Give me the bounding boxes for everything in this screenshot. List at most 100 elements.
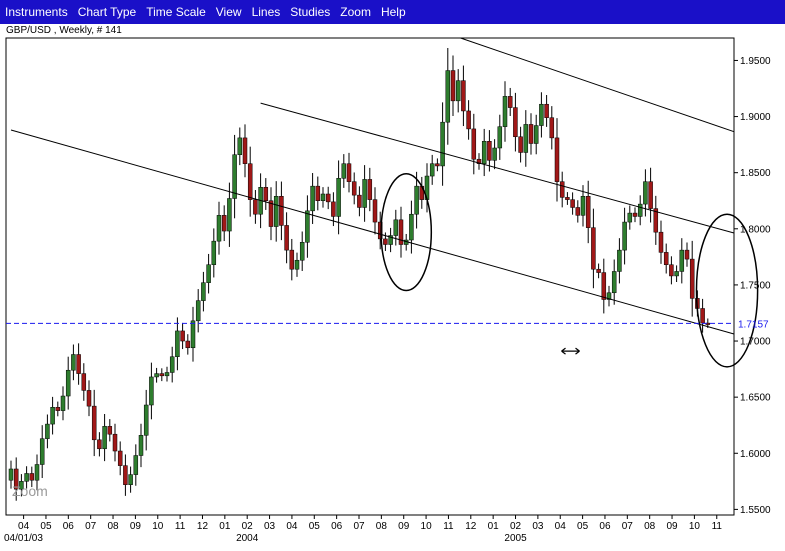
- candle: [60, 386, 66, 421]
- candle: [637, 195, 643, 226]
- candle-body: [336, 178, 341, 217]
- candle: [138, 423, 144, 468]
- candle-body: [539, 103, 544, 126]
- candle-body: [632, 212, 638, 217]
- candle: [247, 146, 253, 217]
- candle-body: [195, 300, 201, 322]
- candle: [117, 441, 123, 476]
- candle: [180, 322, 185, 350]
- y-tick-label: 1.8000: [740, 224, 771, 235]
- candle-body: [97, 439, 102, 450]
- candle-body: [507, 96, 513, 108]
- candle-body: [362, 179, 367, 208]
- candle: [544, 95, 549, 127]
- candle: [346, 152, 352, 193]
- x-year-label: 2005: [504, 533, 527, 544]
- candle-body: [549, 117, 555, 139]
- candle-body: [492, 147, 497, 161]
- x-tick-label: 12: [197, 521, 209, 532]
- candle-body: [206, 264, 211, 283]
- candle-body: [242, 137, 248, 164]
- candle-body: [409, 213, 414, 241]
- candle-body: [227, 198, 232, 232]
- x-tick-label: 06: [599, 521, 611, 532]
- candle: [398, 206, 404, 258]
- candle-body: [50, 407, 55, 425]
- candle-body: [24, 473, 29, 482]
- candle-body: [570, 199, 575, 208]
- candle: [154, 367, 159, 383]
- candle-body: [435, 163, 440, 167]
- candle: [206, 253, 211, 294]
- candle: [211, 228, 217, 278]
- candle-body: [575, 207, 581, 216]
- candle: [393, 209, 399, 246]
- candle: [481, 128, 487, 177]
- candle: [91, 389, 97, 457]
- candle: [242, 124, 248, 178]
- candle: [268, 187, 274, 241]
- candle: [554, 118, 560, 202]
- candle-body: [169, 356, 175, 373]
- candle: [658, 220, 664, 264]
- candle: [528, 113, 534, 155]
- candle-body: [367, 179, 373, 200]
- candle-body: [149, 376, 154, 406]
- candle: [76, 343, 81, 385]
- candle-body: [60, 395, 66, 411]
- candle-body: [55, 407, 61, 411]
- x-tick-label: 01: [219, 521, 231, 532]
- x-tick-label: 11: [712, 521, 723, 532]
- candle: [185, 334, 191, 355]
- candle: [289, 238, 295, 281]
- candle: [502, 81, 508, 142]
- candle: [310, 173, 315, 224]
- candle: [190, 306, 196, 362]
- candle-body: [637, 203, 643, 217]
- candle-body: [232, 154, 237, 199]
- x-tick-label: 07: [85, 521, 97, 532]
- candle: [435, 158, 440, 172]
- x-tick-label: 11: [443, 521, 454, 532]
- x-tick-label: 10: [152, 521, 164, 532]
- candle: [601, 258, 607, 314]
- candle-layer: [8, 47, 711, 501]
- x-tick-label: 03: [532, 521, 544, 532]
- x-tick-label: 06: [331, 521, 343, 532]
- ellipse-annotation: [380, 173, 433, 292]
- candle-body: [247, 163, 253, 200]
- candle: [606, 285, 612, 307]
- candle: [533, 114, 539, 155]
- candle-body: [320, 193, 326, 201]
- candle-body: [627, 212, 633, 223]
- candle-body: [414, 185, 419, 215]
- candle: [492, 139, 497, 170]
- candle-body: [648, 181, 653, 209]
- candle: [175, 317, 180, 371]
- candle: [450, 55, 456, 116]
- candle-body: [253, 199, 258, 215]
- candle: [445, 47, 451, 145]
- candle: [71, 344, 76, 381]
- candle-body: [211, 240, 217, 265]
- candle: [513, 92, 518, 152]
- x-tick-label: 10: [421, 521, 433, 532]
- candle-body: [190, 320, 196, 349]
- candle: [294, 252, 300, 277]
- x-year-label: 04/01/03: [4, 533, 43, 544]
- candle: [133, 444, 139, 486]
- candle: [476, 153, 482, 170]
- candle-body: [331, 201, 336, 217]
- x-tick-label: 04: [286, 521, 298, 532]
- candle-body: [185, 340, 191, 349]
- candle-body: [466, 110, 471, 130]
- candle: [221, 205, 227, 242]
- x-tick-label: 04: [18, 521, 30, 532]
- candle-body: [310, 185, 315, 212]
- candle-body: [497, 126, 503, 149]
- candle: [617, 238, 622, 284]
- candle: [299, 231, 305, 272]
- candle-body: [596, 268, 601, 273]
- candle-body: [216, 215, 222, 242]
- price-chart[interactable]: 1.9500 1.9000 1.8500 1.8000 1.7500 1.7000 1.65…: [0, 0, 785, 551]
